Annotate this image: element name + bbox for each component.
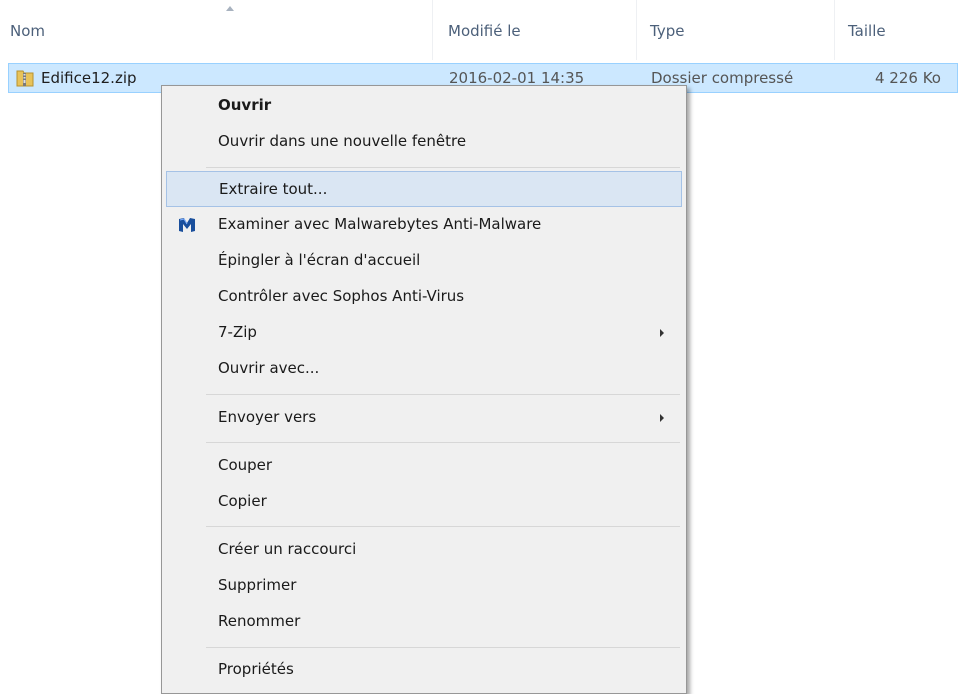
menu-separator	[206, 394, 680, 395]
column-divider[interactable]	[636, 0, 637, 60]
sort-ascending-icon	[226, 6, 234, 11]
menu-item-create-shortcut[interactable]: Créer un raccourci	[166, 532, 682, 568]
menu-item-pin-start[interactable]: Épingler à l'écran d'accueil	[166, 243, 682, 279]
menu-separator	[206, 526, 680, 527]
menu-item-extract-all[interactable]: Extraire tout...	[166, 171, 682, 207]
menu-item-rename[interactable]: Renommer	[166, 604, 682, 640]
column-divider[interactable]	[834, 0, 835, 60]
menu-separator	[206, 442, 680, 443]
column-header-bar: Nom Modifié le Type Taille	[0, 0, 958, 62]
menu-item-label: Examiner avec Malwarebytes Anti-Malware	[218, 215, 542, 233]
malwarebytes-icon	[179, 218, 195, 232]
menu-item-open-new-window[interactable]: Ouvrir dans une nouvelle fenêtre	[166, 124, 682, 160]
menu-item-scan-sophos[interactable]: Contrôler avec Sophos Anti-Virus	[166, 279, 682, 315]
menu-item-label: Créer un raccourci	[218, 540, 357, 558]
menu-item-label: Ouvrir	[218, 96, 272, 114]
file-name: Edifice12.zip	[41, 69, 137, 87]
menu-item-properties[interactable]: Propriétés	[166, 652, 682, 688]
menu-item-open-with[interactable]: Ouvrir avec...	[166, 351, 682, 387]
column-header-type[interactable]: Type	[650, 22, 684, 40]
menu-item-send-to[interactable]: Envoyer vers	[166, 400, 682, 436]
column-header-modified[interactable]: Modifié le	[448, 22, 521, 40]
menu-item-label: Épingler à l'écran d'accueil	[218, 251, 421, 269]
context-menu: Ouvrir Ouvrir dans une nouvelle fenêtre …	[161, 85, 687, 694]
menu-item-label: Ouvrir avec...	[218, 359, 320, 377]
menu-item-label: Extraire tout...	[219, 180, 328, 198]
menu-item-label: Couper	[218, 456, 273, 474]
column-divider[interactable]	[432, 0, 433, 60]
menu-item-label: Copier	[218, 492, 267, 510]
zip-folder-icon	[16, 70, 34, 87]
menu-item-cut[interactable]: Couper	[166, 448, 682, 484]
menu-item-label: 7-Zip	[218, 323, 257, 341]
submenu-arrow-icon	[660, 329, 664, 337]
menu-separator	[206, 167, 680, 168]
menu-item-label: Renommer	[218, 612, 301, 630]
menu-item-copy[interactable]: Copier	[166, 484, 682, 520]
menu-item-7zip[interactable]: 7-Zip	[166, 315, 682, 351]
submenu-arrow-icon	[660, 414, 664, 422]
menu-item-label: Propriétés	[218, 660, 294, 678]
menu-item-label: Envoyer vers	[218, 408, 317, 426]
menu-item-label: Supprimer	[218, 576, 297, 594]
file-size: 4 226 Ko	[875, 69, 941, 87]
column-header-name[interactable]: Nom	[10, 22, 45, 40]
menu-separator	[206, 647, 680, 648]
menu-item-delete[interactable]: Supprimer	[166, 568, 682, 604]
column-header-size[interactable]: Taille	[848, 22, 886, 40]
menu-item-scan-malwarebytes[interactable]: Examiner avec Malwarebytes Anti-Malware	[166, 207, 682, 243]
menu-item-label: Contrôler avec Sophos Anti-Virus	[218, 287, 465, 305]
menu-item-open[interactable]: Ouvrir	[166, 88, 682, 124]
menu-item-label: Ouvrir dans une nouvelle fenêtre	[218, 132, 467, 150]
